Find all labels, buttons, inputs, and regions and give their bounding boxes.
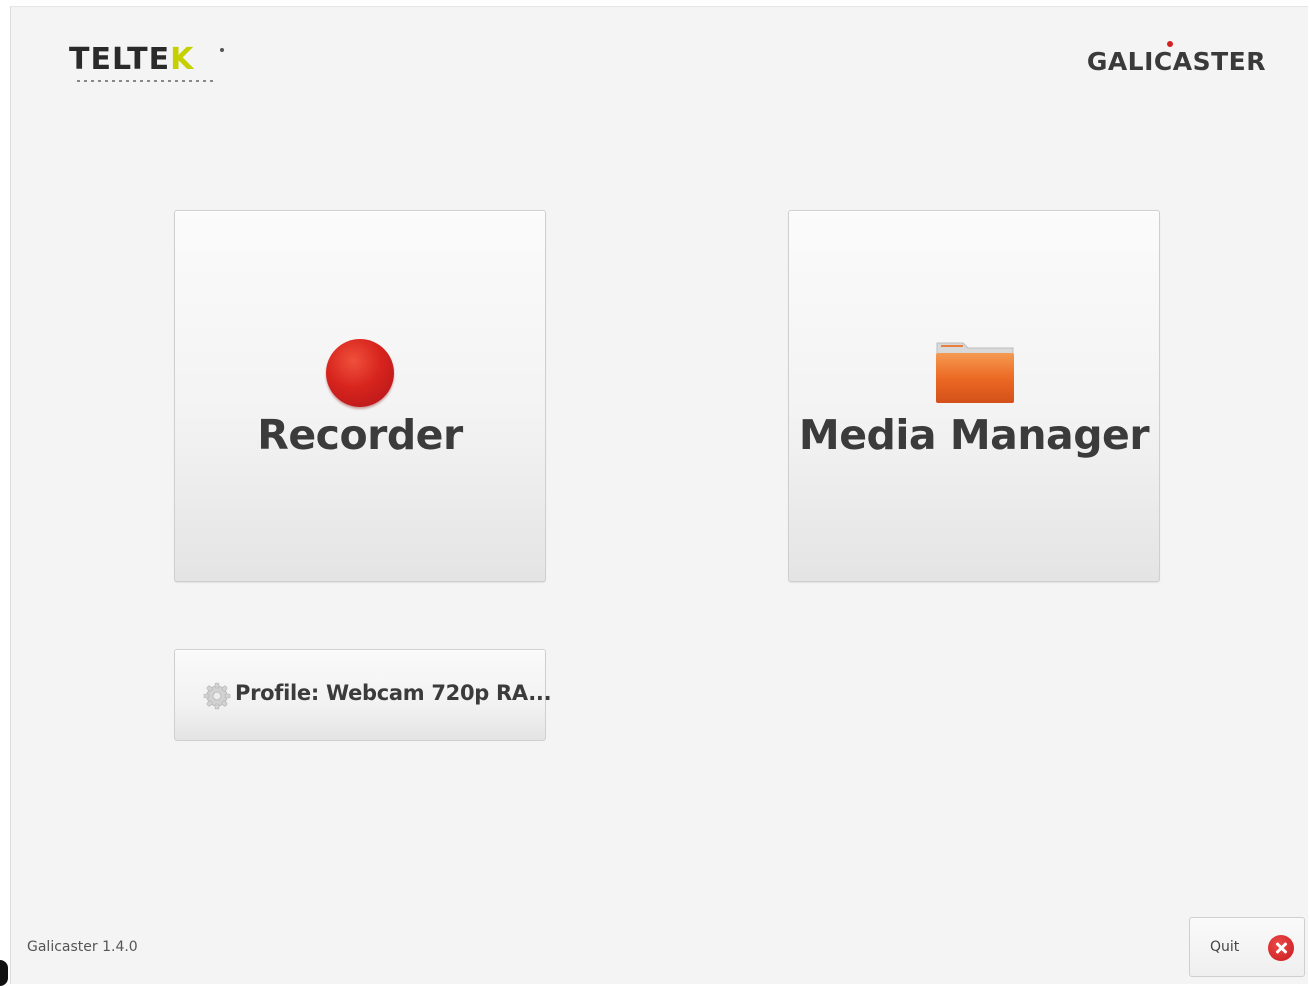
mouse-cursor-fragment xyxy=(0,960,8,986)
quit-button[interactable]: Quit xyxy=(1189,917,1305,977)
galicaster-main-window: TELTEK GALICASTER Recorder Media Manager xyxy=(10,6,1308,984)
version-label: Galicaster 1.4.0 xyxy=(27,939,138,955)
teltek-logo-prefix: TELTE xyxy=(69,42,171,77)
quit-label: Quit xyxy=(1210,939,1240,955)
media-manager-label: Media Manager xyxy=(798,411,1150,459)
media-manager-button[interactable]: Media Manager xyxy=(788,210,1160,582)
teltek-logo-dotted-line xyxy=(77,80,217,82)
teltek-logo-accent: K xyxy=(170,42,195,77)
close-icon xyxy=(1268,935,1294,961)
teltek-logo-text: TELTEK xyxy=(69,41,194,79)
folder-icon xyxy=(936,342,1014,403)
teltek-logo-dot xyxy=(220,48,224,52)
gear-icon xyxy=(203,682,231,710)
profile-label: Profile: Webcam 720p RA... xyxy=(235,681,552,705)
recorder-label: Recorder xyxy=(257,411,463,459)
profile-button[interactable]: Profile: Webcam 720p RA... xyxy=(174,649,552,741)
galicaster-logo: GALICASTER xyxy=(1086,47,1266,76)
recorder-button[interactable]: Recorder xyxy=(174,210,546,582)
record-icon xyxy=(326,339,394,407)
teltek-logo: TELTEK xyxy=(69,41,239,91)
